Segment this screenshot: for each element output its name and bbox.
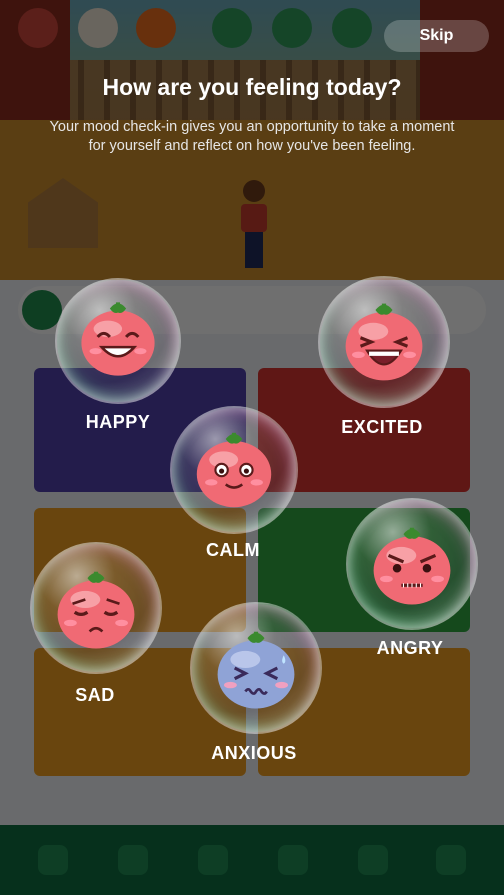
excited-tomato-icon bbox=[318, 276, 450, 408]
mood-label-happy: HAPPY bbox=[85, 412, 151, 432]
mood-checkin-description: Your mood check-in gives you an opportun… bbox=[49, 119, 455, 154]
mood-label-sad: SAD bbox=[75, 685, 115, 705]
mood-label-calm: CALM bbox=[206, 540, 260, 560]
mood-option-sad[interactable]: SAD bbox=[30, 542, 162, 708]
angry-tomato-icon bbox=[346, 498, 478, 630]
sad-tomato-icon bbox=[30, 542, 162, 674]
happy-tomato-icon bbox=[55, 278, 181, 404]
mood-label-angry: ANGRY bbox=[376, 638, 444, 658]
mood-label-anxious: ANXIOUS bbox=[211, 743, 297, 763]
mood-option-angry[interactable]: ANGRY bbox=[344, 498, 478, 662]
mood-option-calm[interactable]: CALM bbox=[170, 406, 298, 566]
anxious-tomato-icon bbox=[190, 602, 322, 734]
mood-option-excited[interactable]: EXCITED bbox=[316, 276, 450, 442]
mood-option-anxious[interactable]: ANXIOUS bbox=[186, 602, 322, 770]
skip-button[interactable]: Skip bbox=[384, 20, 489, 52]
mood-label-excited: EXCITED bbox=[341, 417, 423, 437]
mood-option-happy[interactable]: HAPPY bbox=[55, 278, 181, 438]
calm-tomato-icon bbox=[170, 406, 298, 534]
mood-question-title: How are you feeling today? bbox=[102, 74, 402, 100]
